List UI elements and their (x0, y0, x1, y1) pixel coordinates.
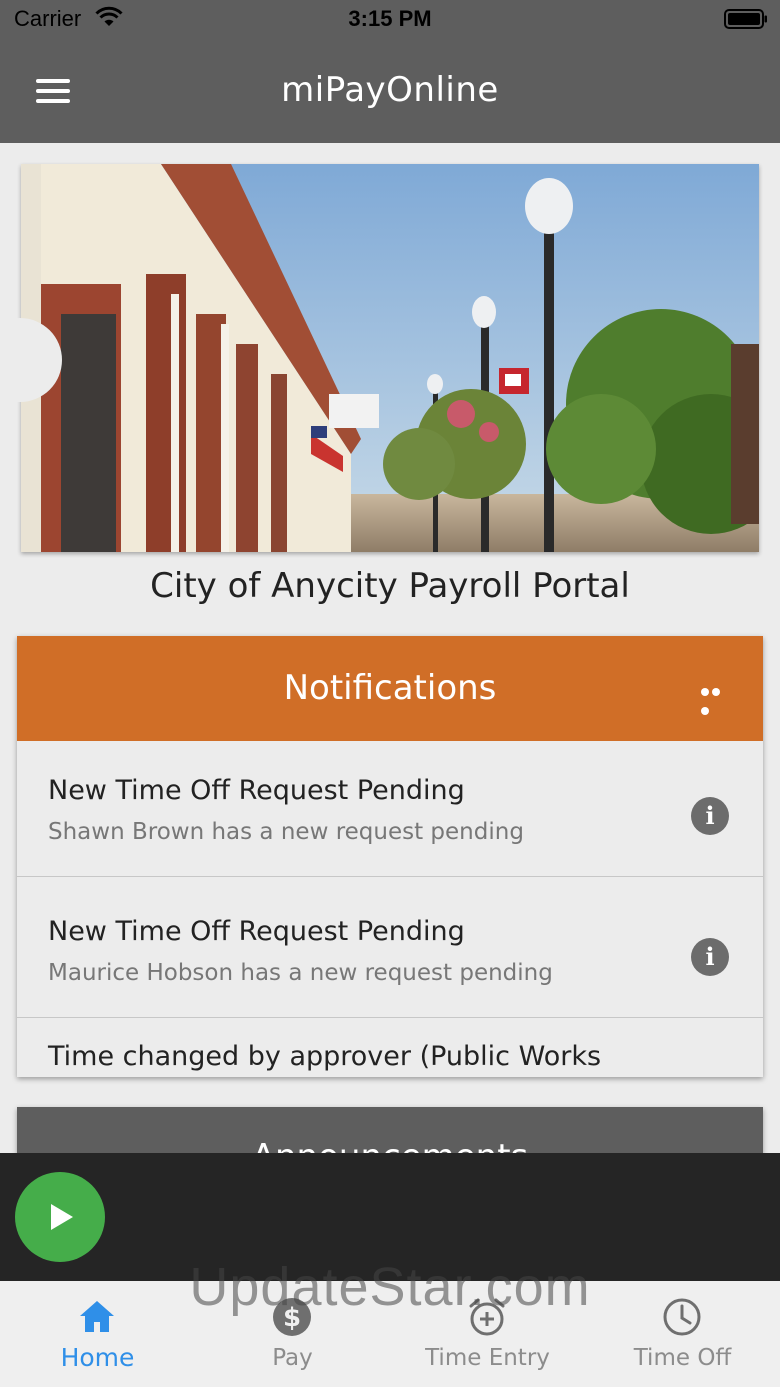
status-bar: Carrier 3:15 PM (0, 0, 780, 40)
notification-title: New Time Off Request Pending (48, 775, 465, 806)
tab-pay[interactable]: $ Pay (195, 1281, 390, 1387)
portal-title: City of Anycity Payroll Portal (150, 566, 630, 606)
tab-label: Time Off (633, 1345, 732, 1371)
notification-subtitle: Shawn Brown has a new request pending (48, 819, 524, 845)
notification-title: Time changed by approver (Public Works (48, 1041, 602, 1072)
svg-text:$: $ (283, 1303, 301, 1333)
tab-time-off[interactable]: Time Off (585, 1281, 780, 1387)
home-icon (80, 1301, 114, 1332)
notification-title: New Time Off Request Pending (48, 916, 465, 947)
battery-icon (724, 9, 767, 29)
status-time: 3:15 PM (348, 6, 432, 31)
alarm-plus-icon (469, 1298, 505, 1336)
media-player-bar (0, 1153, 780, 1281)
info-icon[interactable]: i (691, 797, 729, 835)
tab-label: Home (60, 1343, 135, 1372)
notification-item[interactable]: New Time Off Request Pending Maurice Hob… (17, 882, 763, 1018)
dollar-icon: $ (273, 1298, 311, 1336)
notification-item[interactable]: Time changed by approver (Public Works (17, 1023, 763, 1077)
tab-bar: Home $ Pay Time Entry Time Off (0, 1281, 780, 1387)
tab-label: Time Entry (425, 1345, 550, 1371)
tab-time-entry[interactable]: Time Entry (390, 1281, 585, 1387)
hero-image (21, 164, 759, 552)
play-button[interactable] (15, 1172, 105, 1262)
notifications-card: Notifications New Time Off Request Pendi… (17, 636, 763, 1077)
notifications-header: Notifications (17, 636, 763, 741)
app-title: miPayOnline (281, 70, 499, 110)
tab-label: Pay (272, 1345, 313, 1371)
nav-bar: miPayOnline (0, 40, 780, 143)
play-icon (51, 1204, 73, 1230)
notification-subtitle: Maurice Hobson has a new request pending (48, 960, 553, 986)
clock-icon (663, 1298, 701, 1336)
info-icon[interactable]: i (691, 938, 729, 976)
notification-item[interactable]: New Time Off Request Pending Shawn Brown… (17, 741, 763, 877)
notifications-title: Notifications (283, 668, 497, 708)
tab-home[interactable]: Home (0, 1281, 195, 1387)
more-dots-icon[interactable] (701, 681, 733, 715)
